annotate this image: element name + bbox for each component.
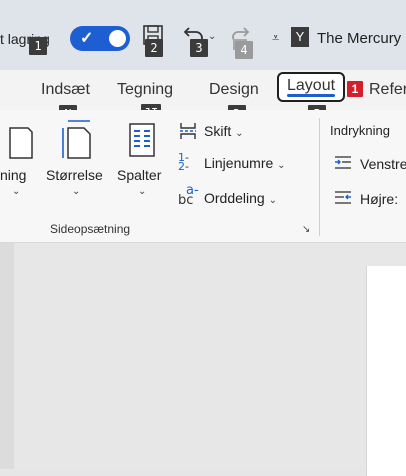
left-edge-shadow [0, 243, 14, 469]
layout-badge: 1 [347, 81, 363, 97]
indent-right-icon [333, 190, 353, 206]
columns-icon[interactable] [128, 122, 156, 158]
keytip-redo: 4 [235, 41, 253, 59]
margins-label[interactable]: ning [0, 167, 26, 183]
size-label[interactable]: Størrelse [46, 167, 103, 183]
dialog-launcher-icon[interactable]: ↘ [302, 224, 310, 235]
breaks-dropdown-icon: ⌄ [235, 128, 244, 139]
hyphenation-dropdown-icon: ⌄ [268, 195, 277, 206]
check-icon: ✓ [80, 30, 94, 47]
margins-dropdown-icon[interactable]: ⌄ [12, 186, 20, 197]
breaks-icon[interactable] [178, 121, 198, 141]
columns-dropdown-icon[interactable]: ⌄ [138, 186, 146, 197]
keytip-save: 2 [145, 39, 163, 57]
indent-label: Indrykning [330, 123, 390, 138]
page-setup-group-label: Sideopsætning [50, 222, 131, 236]
margins-icon[interactable] [8, 126, 34, 160]
size-icon[interactable] [60, 118, 92, 160]
tab-insert[interactable]: Indsæt [41, 81, 90, 99]
columns-label[interactable]: Spalter [117, 167, 161, 183]
tab-references[interactable]: Refer [369, 81, 406, 99]
ribbon-separator [319, 118, 320, 236]
indent-right-label[interactable]: Højre: [360, 191, 398, 207]
indent-left-icon [333, 155, 353, 171]
line-numbers-dropdown-icon: ⌄ [277, 160, 286, 171]
document-canvas[interactable] [0, 243, 406, 469]
indent-left-label[interactable]: Venstre [360, 156, 406, 172]
keytip-undo: 3 [190, 39, 208, 57]
size-dropdown-icon[interactable]: ⌄ [72, 186, 80, 197]
toggle-knob [109, 30, 126, 47]
document-page[interactable] [366, 266, 406, 476]
undo-dropdown-icon[interactable]: ⌄ [208, 31, 216, 42]
active-tab-indicator [287, 94, 336, 97]
profile-badge: Y [291, 27, 309, 47]
tab-layout[interactable]: Layout [277, 72, 346, 102]
customize-qat-icon[interactable]: ⩡ [272, 30, 279, 46]
line-numbers-icon[interactable]: 1- 2- [178, 152, 189, 172]
breaks-text: Skift [204, 123, 232, 139]
hyphenation-icon[interactable]: a-bc [178, 184, 199, 207]
breaks-label[interactable]: Skift ⌄ [204, 123, 244, 139]
keytip-autosave: 1 [29, 37, 47, 55]
tab-layout-label: Layout [287, 77, 336, 94]
tab-design[interactable]: Design [209, 81, 259, 99]
hyphenation-text: Orddeling [204, 190, 265, 206]
tab-draw[interactable]: Tegning [117, 81, 173, 99]
line-numbers-label[interactable]: Linjenumre ⌄ [204, 155, 286, 171]
autosave-toggle[interactable]: ✓ [70, 26, 130, 51]
document-title: The Mercury [317, 30, 402, 47]
line-numbers-text: Linjenumre [204, 155, 274, 171]
hyphenation-label[interactable]: Orddeling ⌄ [204, 190, 277, 206]
